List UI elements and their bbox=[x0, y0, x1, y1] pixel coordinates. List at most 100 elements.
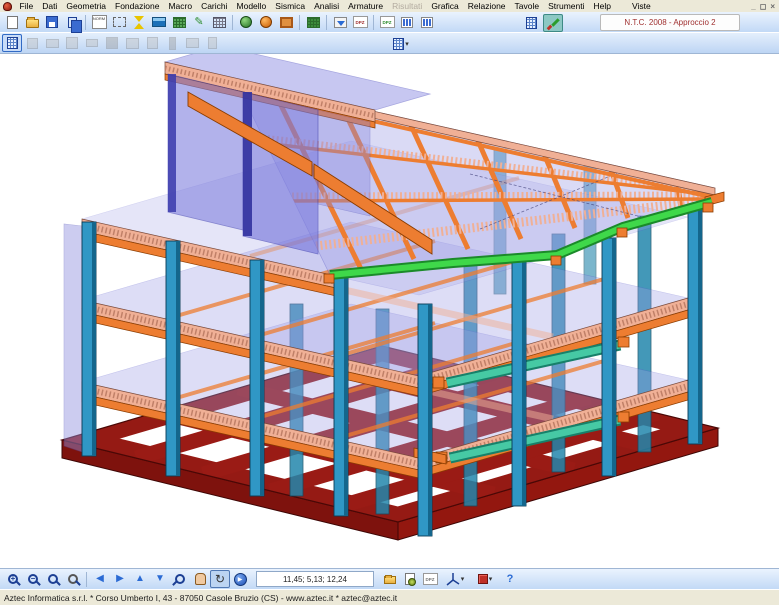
chart-glyph bbox=[401, 17, 413, 28]
menu-relazione[interactable]: Relazione bbox=[463, 0, 510, 12]
water-material-icon[interactable] bbox=[149, 13, 169, 31]
main-toolbar: NORM ✎ DPZ DPZ N.T.C. 2008 - Approccio 2 bbox=[0, 12, 779, 33]
cube-dropdown-icon[interactable]: ▾ bbox=[470, 570, 500, 588]
page-glyph bbox=[7, 16, 18, 29]
grid-glyph bbox=[307, 17, 320, 28]
tool-glyph bbox=[27, 38, 38, 49]
help-icon[interactable]: ? bbox=[500, 570, 520, 588]
new-document-icon[interactable] bbox=[2, 13, 22, 31]
menu-viste[interactable]: Viste bbox=[627, 0, 655, 12]
pencil-beam-icon[interactable]: ✎ bbox=[189, 13, 209, 31]
green-sphere-icon[interactable] bbox=[236, 13, 256, 31]
grid-icon[interactable] bbox=[303, 13, 323, 31]
axes-dropdown-icon[interactable]: ▾ bbox=[440, 570, 470, 588]
magnifier-glyph bbox=[68, 574, 78, 584]
copy-icon[interactable] bbox=[62, 13, 82, 31]
plate-glyph bbox=[280, 17, 293, 28]
copy-glyph bbox=[68, 17, 77, 28]
orbit-icon[interactable]: ↻ bbox=[210, 570, 230, 588]
selection-box-icon[interactable] bbox=[109, 13, 129, 31]
menu-dati[interactable]: Dati bbox=[38, 0, 62, 12]
menu-analisi[interactable]: Analisi bbox=[310, 0, 344, 12]
chart-glyph bbox=[421, 17, 433, 28]
arrow-glyph: ▲ bbox=[135, 574, 145, 584]
code-standard-label: N.T.C. 2008 - Approccio 2 bbox=[600, 14, 740, 31]
orange-sphere-icon[interactable] bbox=[256, 13, 276, 31]
green-slab-icon[interactable] bbox=[169, 13, 189, 31]
animate-play-icon[interactable]: ▶ bbox=[230, 570, 250, 588]
minimize-button[interactable]: _ bbox=[751, 2, 755, 11]
orange-plate-icon[interactable] bbox=[276, 13, 296, 31]
restore-button[interactable]: ◻ bbox=[760, 2, 767, 11]
folder-small-icon[interactable] bbox=[380, 570, 400, 588]
building-view-icon[interactable] bbox=[521, 14, 541, 32]
menu-bar: File Dati Geometria Fondazione Macro Car… bbox=[0, 0, 779, 12]
menu-strumenti[interactable]: Strumenti bbox=[544, 0, 589, 12]
folder-glyph bbox=[26, 19, 39, 28]
left-wall-panel bbox=[64, 224, 82, 452]
open-folder-icon[interactable] bbox=[22, 13, 42, 31]
hourglass-glyph bbox=[134, 16, 144, 22]
menu-help[interactable]: Help bbox=[589, 0, 615, 12]
zoom-previous-icon[interactable] bbox=[170, 570, 190, 588]
window-controls: _ ◻ × bbox=[751, 2, 779, 11]
view-select-dropdown[interactable]: ▾ bbox=[385, 35, 417, 53]
export-load-icon[interactable] bbox=[330, 13, 350, 31]
tool-glyph bbox=[126, 38, 139, 49]
menu-fondazione[interactable]: Fondazione bbox=[111, 0, 164, 12]
menu-modello[interactable]: Modello bbox=[232, 0, 271, 12]
close-button[interactable]: × bbox=[770, 2, 775, 11]
chevron-down-icon: ▾ bbox=[405, 40, 409, 48]
cube-glyph bbox=[478, 574, 488, 584]
menu-carichi[interactable]: Carichi bbox=[197, 0, 232, 12]
sphere-glyph bbox=[260, 16, 272, 28]
zoom-window-icon[interactable] bbox=[43, 570, 63, 588]
folder-glyph bbox=[384, 576, 396, 584]
menu-file[interactable]: File bbox=[15, 0, 38, 12]
grid-glyph bbox=[173, 17, 186, 28]
pan-hand-icon[interactable] bbox=[190, 570, 210, 588]
chart-a-icon[interactable] bbox=[397, 13, 417, 31]
flag-tool-icon bbox=[82, 34, 102, 52]
separator bbox=[373, 15, 374, 30]
navigation-toolbar: + − ◀ ▶ ▲ ▼ ↻ ▶ DPZ ▾ ▾ ? bbox=[0, 568, 779, 589]
hourglass-icon[interactable] bbox=[129, 13, 149, 31]
page-gear-icon[interactable] bbox=[400, 570, 420, 588]
menu-grafica[interactable]: Grafica bbox=[427, 0, 463, 12]
chart-b-icon[interactable] bbox=[417, 13, 437, 31]
slab-tool-icon bbox=[102, 34, 122, 52]
magnifier-glyph: + bbox=[8, 574, 18, 584]
dpz-check-icon[interactable]: DPZ bbox=[377, 13, 397, 31]
menu-armature[interactable]: Armature bbox=[344, 0, 388, 12]
zoom-extents-icon[interactable] bbox=[63, 570, 83, 588]
zoom-in-icon[interactable]: + bbox=[3, 570, 23, 588]
pan-up-icon[interactable]: ▲ bbox=[130, 570, 150, 588]
pan-down-icon[interactable]: ▼ bbox=[150, 570, 170, 588]
building-3d-mode-icon[interactable] bbox=[2, 34, 22, 52]
model-viewport[interactable] bbox=[0, 54, 779, 568]
export-glyph bbox=[334, 17, 347, 28]
menu-macro[interactable]: Macro bbox=[164, 0, 197, 12]
dpz-wave-icon[interactable]: DPZ bbox=[350, 13, 370, 31]
menu-sismica[interactable]: Sismica bbox=[271, 0, 310, 12]
coordinates-field[interactable] bbox=[256, 571, 374, 587]
menu-risultati: Risultati bbox=[388, 0, 427, 12]
save-icon[interactable] bbox=[42, 13, 62, 31]
tool-glyph bbox=[147, 37, 158, 49]
building-glyph bbox=[393, 38, 404, 50]
dpz-stamp-icon[interactable]: DPZ bbox=[420, 570, 440, 588]
mesh-icon[interactable] bbox=[209, 13, 229, 31]
pan-right-icon[interactable]: ▶ bbox=[110, 570, 130, 588]
chevron-down-icon: ▾ bbox=[489, 575, 493, 583]
render-brush-icon[interactable] bbox=[543, 14, 563, 32]
frame-tool-icon bbox=[42, 34, 62, 52]
zoom-out-icon[interactable]: − bbox=[23, 570, 43, 588]
norm-icon[interactable]: NORM bbox=[89, 13, 109, 31]
menu-tavole[interactable]: Tavole bbox=[510, 0, 544, 12]
dpz-glyph: DPZ bbox=[380, 16, 395, 28]
pencil-glyph: ✎ bbox=[194, 17, 203, 28]
polyline-tool-icon bbox=[182, 34, 202, 52]
chevron-down-icon: ▾ bbox=[461, 575, 465, 583]
menu-geometria[interactable]: Geometria bbox=[62, 0, 111, 12]
pan-left-icon[interactable]: ◀ bbox=[90, 570, 110, 588]
